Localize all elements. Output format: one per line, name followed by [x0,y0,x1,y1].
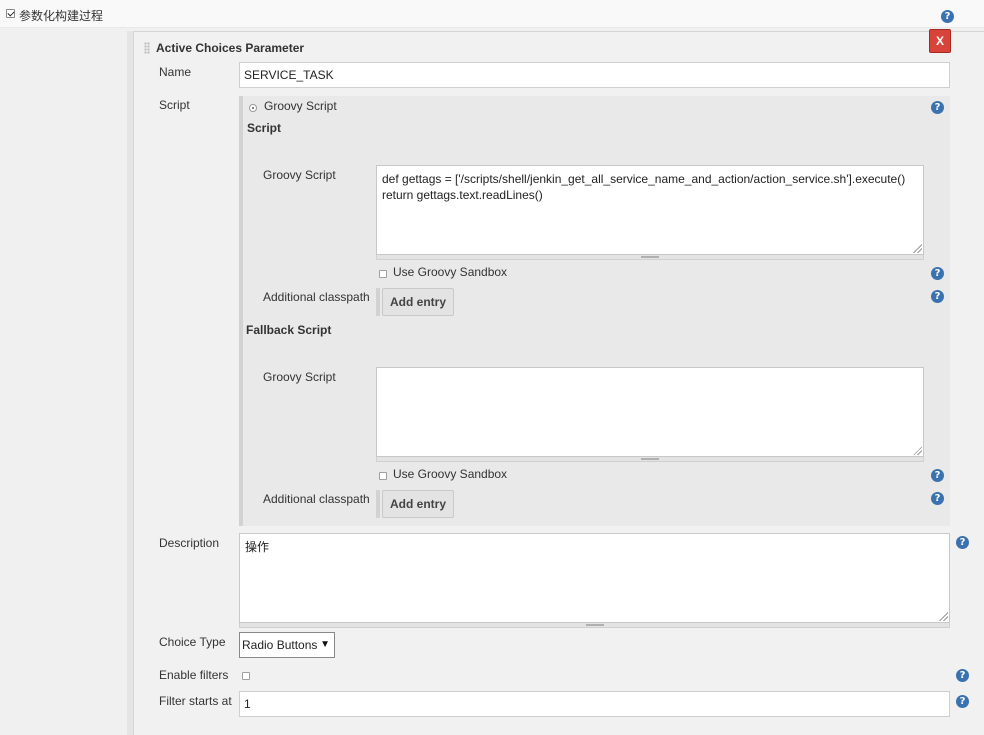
help-icon[interactable]: ? [941,10,954,23]
groovy-script-radio[interactable] [249,104,257,112]
fallback-script-textarea[interactable] [376,367,924,457]
help-icon[interactable]: ? [931,492,944,505]
add-entry-button[interactable]: Add entry [382,288,454,316]
panel-left-rail [127,31,134,735]
name-input[interactable]: SERVICE_TASK [239,62,950,88]
script-section-title: Script [247,121,282,135]
description-label: Description [159,536,220,550]
build-parameters-bar [0,0,984,28]
groovy-script-option-label: Groovy Script [264,99,337,113]
enable-filters-label: Enable filters [159,668,229,682]
help-icon[interactable]: ? [931,290,944,303]
enable-filters-checkbox[interactable] [242,672,250,680]
groovy-script-textarea[interactable]: def gettags = ['/scripts/shell/jenkin_ge… [376,165,924,255]
help-icon[interactable]: ? [931,267,944,280]
groovy-script-label: Groovy Script [263,168,336,182]
choice-type-label: Choice Type [159,635,226,649]
parameterized-build-label: 参数化构建过程 [19,9,104,23]
help-icon[interactable]: ? [956,536,969,549]
textarea-resize-handle[interactable] [376,457,924,462]
resize-grip-icon[interactable] [913,244,922,253]
use-groovy-sandbox-label: Use Groovy Sandbox [393,265,508,279]
help-icon[interactable]: ? [931,469,944,482]
fallback-additional-classpath-label: Additional classpath [263,492,370,506]
filter-starts-at-label: Filter starts at [159,694,232,708]
delete-parameter-button[interactable]: X [929,29,951,53]
parameterized-build-checkbox[interactable] [6,9,15,18]
panel-title: Active Choices Parameter [156,41,305,55]
fallback-use-groovy-sandbox-label: Use Groovy Sandbox [393,467,508,481]
name-label: Name [159,65,192,79]
description-textarea[interactable]: 操作 [239,533,950,623]
filter-starts-at-input[interactable]: 1 [239,691,950,717]
choice-type-select[interactable]: Radio Buttons ▼ [239,632,335,658]
drag-handle-icon[interactable] [144,42,150,54]
textarea-resize-handle[interactable] [239,623,950,628]
help-icon[interactable]: ? [956,669,969,682]
script-label: Script [159,98,190,112]
help-icon[interactable]: ? [931,101,944,114]
use-groovy-sandbox-checkbox[interactable] [379,270,387,278]
fallback-groovy-script-label: Groovy Script [263,370,336,384]
fallback-classpath-rail [376,490,380,518]
fallback-use-groovy-sandbox-checkbox[interactable] [379,472,387,480]
help-icon[interactable]: ? [956,695,969,708]
fallback-add-entry-button[interactable]: Add entry [382,490,454,518]
fallback-script-title: Fallback Script [246,323,332,337]
resize-grip-icon[interactable] [913,446,922,455]
additional-classpath-label: Additional classpath [263,290,370,304]
choice-type-value: Radio Buttons [242,638,318,652]
classpath-rail [376,288,380,316]
textarea-resize-handle[interactable] [376,255,924,260]
dropdown-arrow-icon: ▼ [320,639,330,650]
resize-grip-icon[interactable] [939,612,948,621]
